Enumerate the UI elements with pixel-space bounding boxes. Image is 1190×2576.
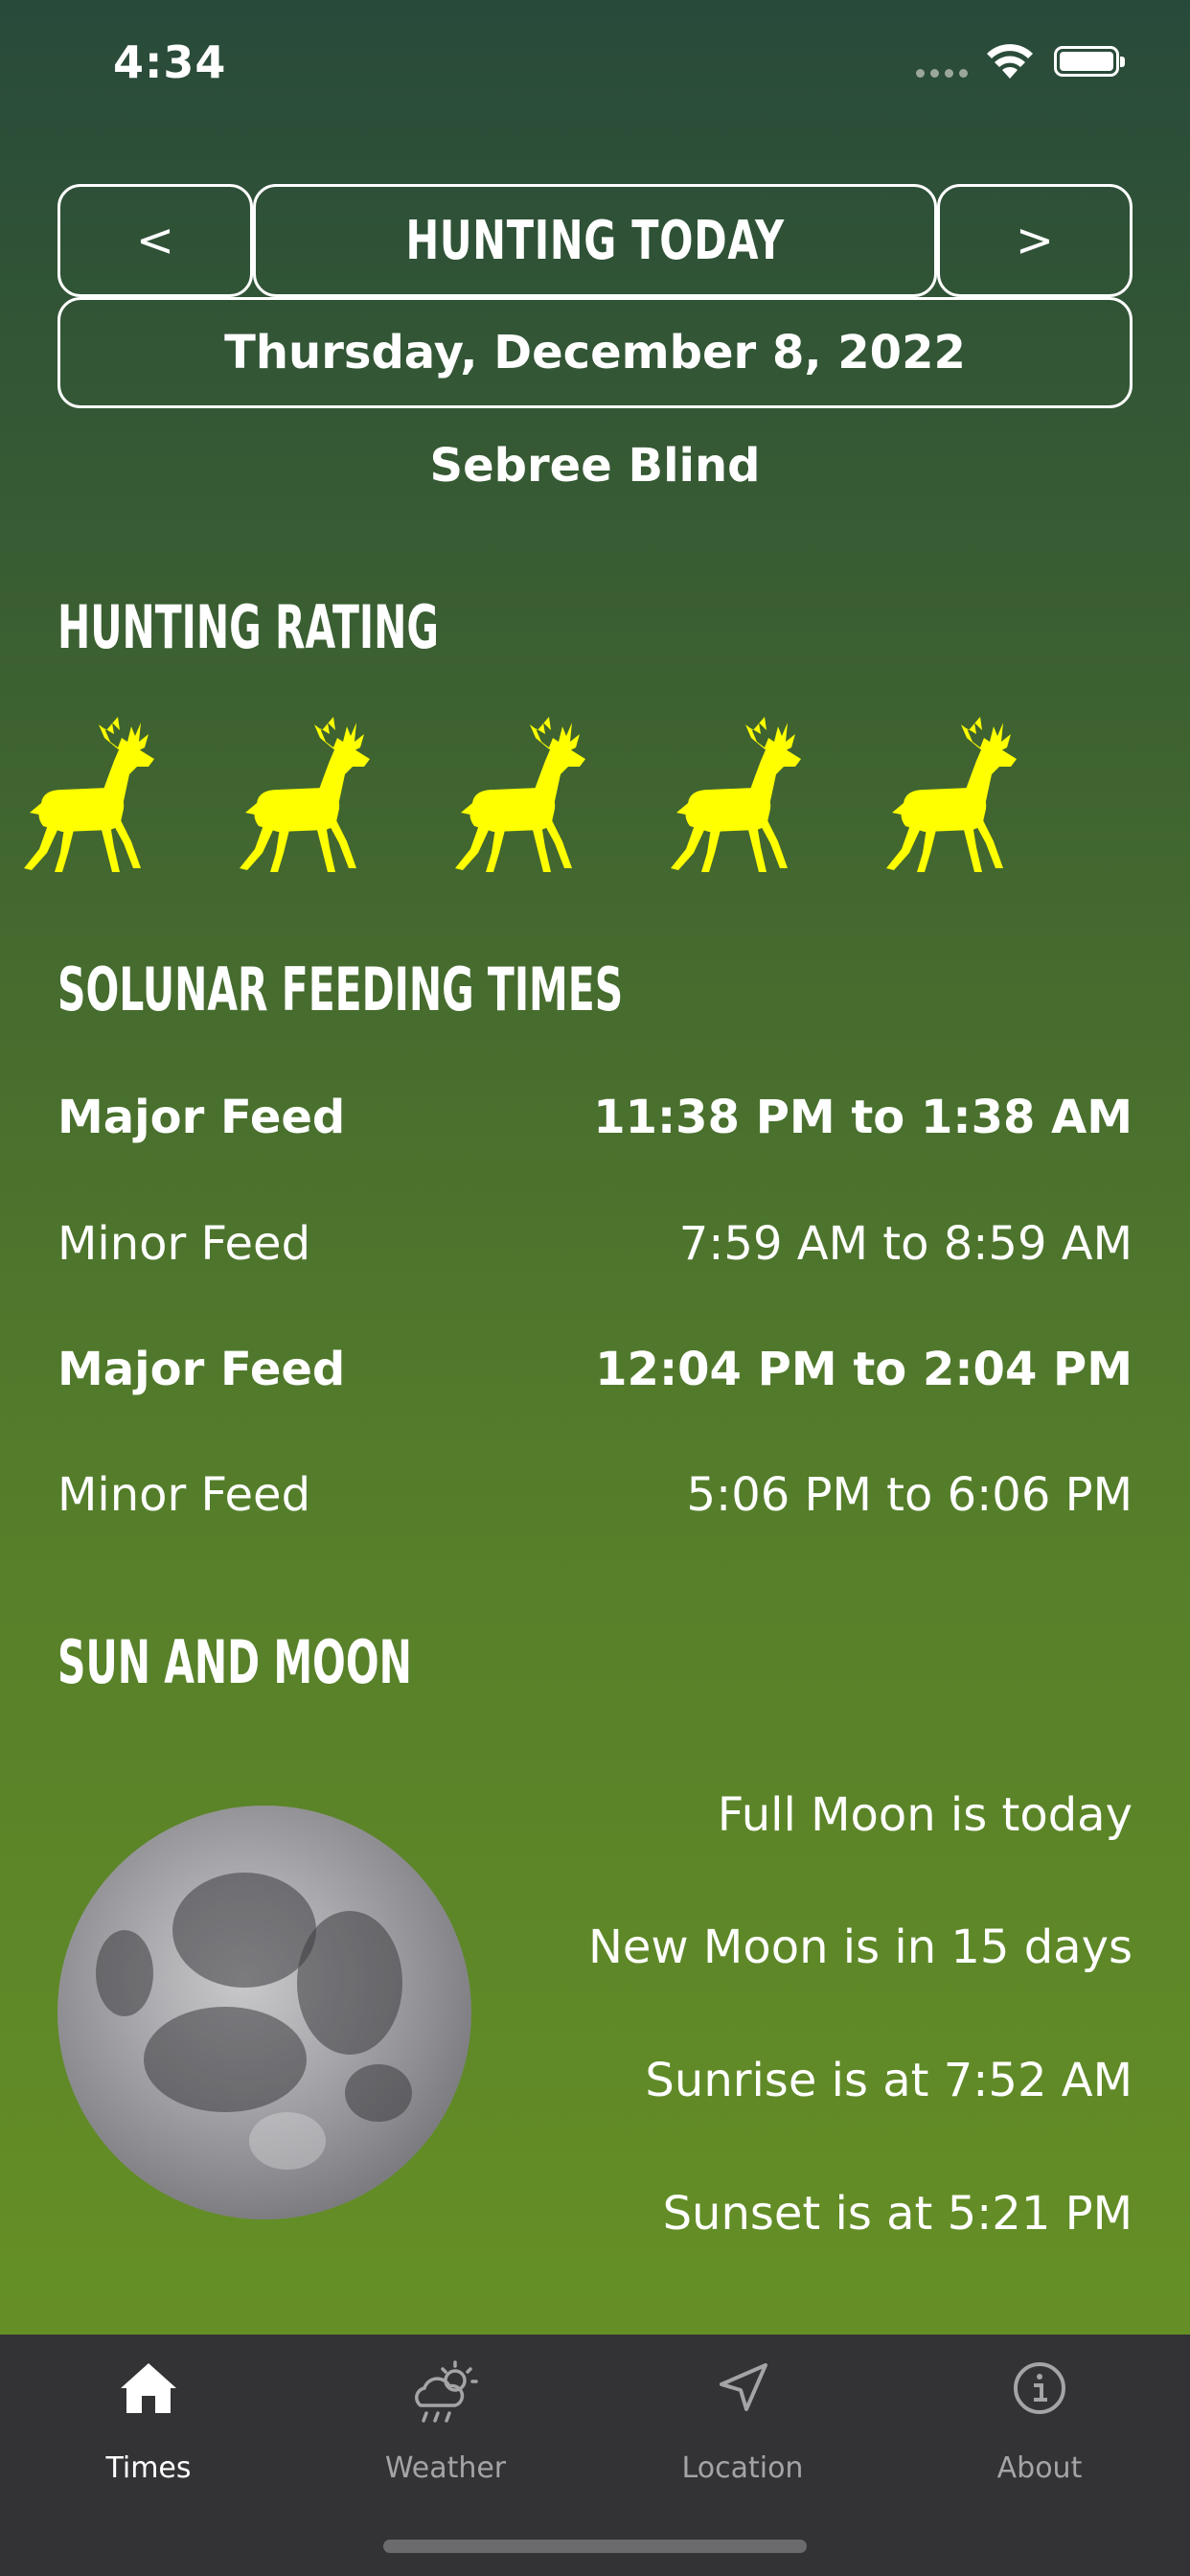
deer-icon (455, 717, 585, 872)
battery-icon (1054, 46, 1125, 77)
status-time: 4:34 (113, 36, 227, 88)
next-day-button[interactable]: > (937, 184, 1133, 297)
feed-time: 5:06 PM to 6:06 PM (686, 1468, 1133, 1522)
tab-label: Location (681, 2451, 804, 2485)
times-screen: 4:34 < HUNTING TODAY > Thursday, Decembe… (0, 0, 1190, 2576)
feed-label: Major Feed (57, 1343, 346, 1396)
feed-label: Minor Feed (57, 1468, 311, 1522)
feed-time: 12:04 PM to 2:04 PM (595, 1343, 1133, 1396)
feed-label: Major Feed (57, 1091, 346, 1144)
feeding-times-heading: SOLUNAR FEEDING TIMES (57, 954, 624, 1024)
status-bar: 4:34 (0, 0, 1190, 134)
deer-icon (886, 717, 1017, 872)
deer-icon (24, 717, 154, 872)
info-icon (1014, 2362, 1065, 2414)
new-moon-text: New Moon is in 15 days (587, 1920, 1133, 1974)
sunrise-text: Sunrise is at 7:52 AM (645, 2054, 1133, 2107)
feed-time: 7:59 AM to 8:59 AM (678, 1217, 1133, 1271)
feed-label: Minor Feed (57, 1217, 311, 1271)
tab-location[interactable]: Location (594, 2334, 891, 2526)
home-indicator[interactable] (383, 2540, 807, 2553)
tab-weather[interactable]: Weather (297, 2334, 594, 2526)
sun-moon-heading: SUN AND MOON (57, 1627, 412, 1697)
deer-icon (240, 717, 370, 872)
tab-label: Weather (384, 2451, 507, 2485)
wifi-icon (987, 44, 1033, 79)
deer-icon (671, 717, 801, 872)
feed-time: 11:38 PM to 1:38 AM (593, 1091, 1133, 1144)
tab-about[interactable]: About (891, 2334, 1188, 2526)
feed-row: Minor Feed 5:06 PM to 6:06 PM (57, 1468, 1133, 1526)
feed-row: Minor Feed 7:59 AM to 8:59 AM (57, 1217, 1133, 1275)
hunting-rating-stars (0, 709, 1190, 882)
full-moon-text: Full Moon is today (717, 1788, 1133, 1842)
tab-label: Times (105, 2451, 192, 2485)
page-title: HUNTING TODAY (405, 209, 785, 272)
date-picker-button[interactable]: Thursday, December 8, 2022 (57, 297, 1133, 408)
location-arrow-icon (720, 2363, 767, 2411)
sunset-text: Sunset is at 5:21 PM (662, 2187, 1133, 2241)
cellular-signal-icon (916, 69, 968, 78)
hunting-rating-heading: HUNTING RATING (57, 592, 439, 662)
tab-label: About (996, 2451, 1083, 2485)
weather-icon (415, 2360, 478, 2423)
feed-row: Major Feed 11:38 PM to 1:38 AM (57, 1091, 1133, 1148)
feed-row: Major Feed 12:04 PM to 2:04 PM (57, 1343, 1133, 1400)
tab-times[interactable]: Times (0, 2334, 297, 2526)
previous-day-button[interactable]: < (57, 184, 253, 297)
moon-phase-image (57, 1806, 471, 2220)
home-icon (121, 2363, 176, 2413)
hunting-today-button[interactable]: HUNTING TODAY (253, 184, 937, 297)
location-name: Sebree Blind (429, 439, 761, 493)
